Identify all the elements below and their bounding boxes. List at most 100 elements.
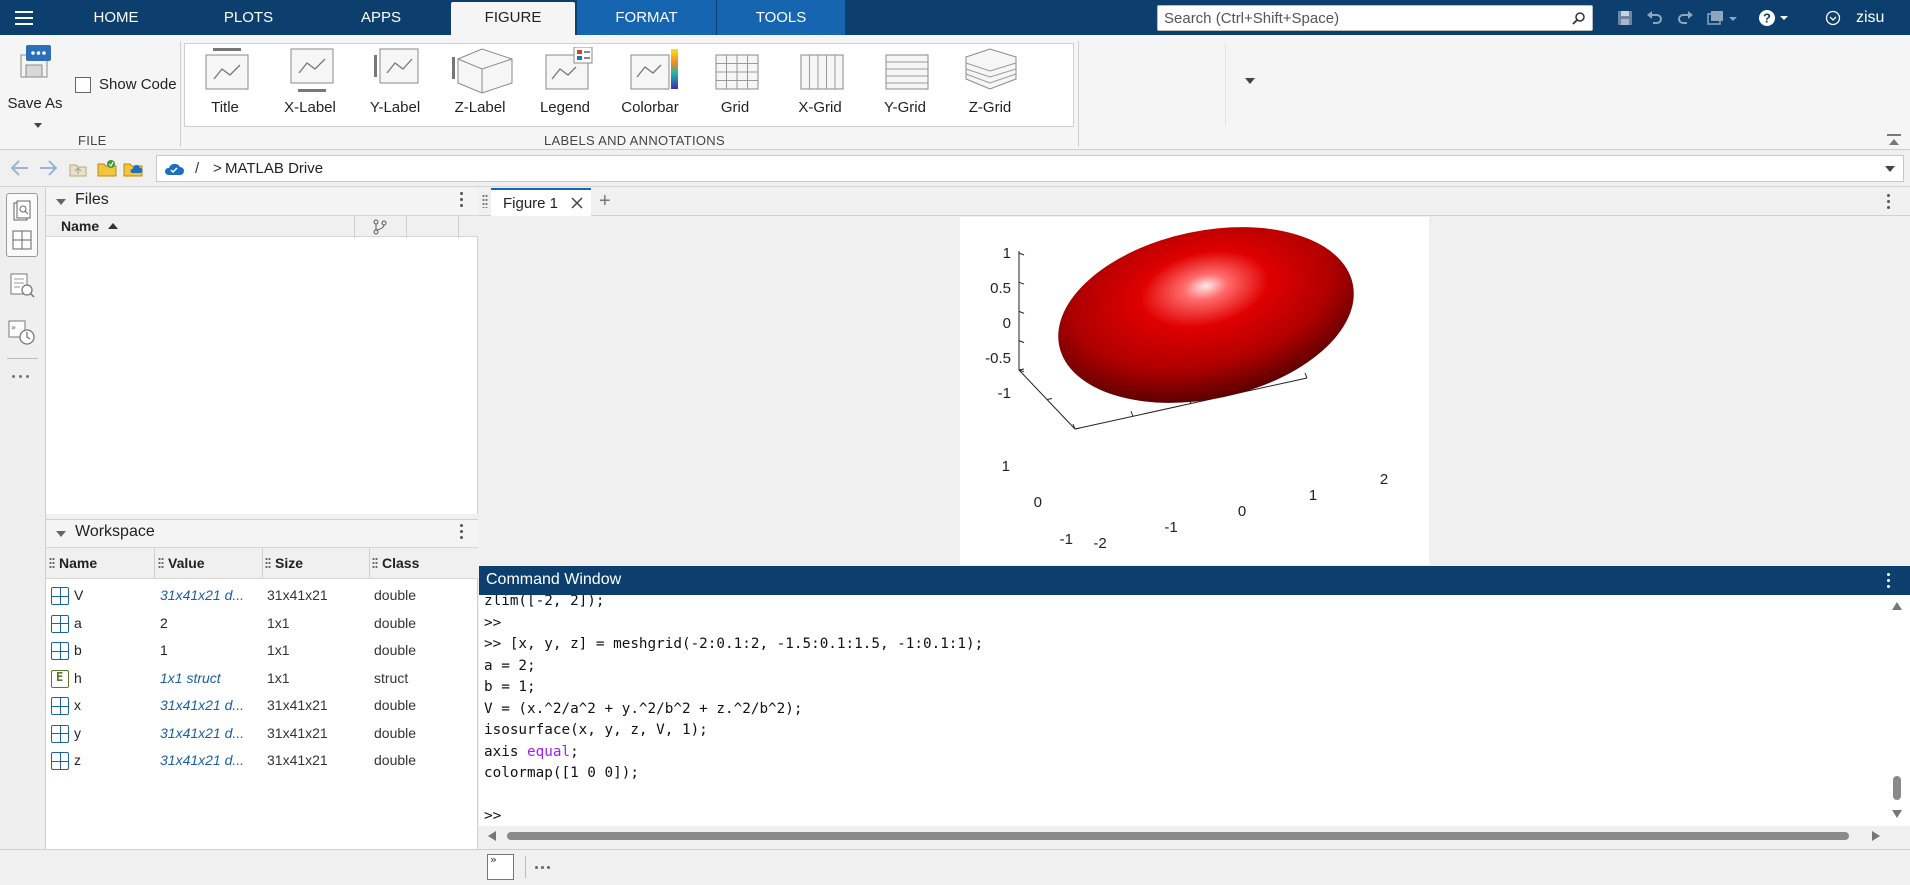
path-folder[interactable]: MATLAB Drive bbox=[225, 160, 323, 177]
scrollbar-thumb[interactable] bbox=[507, 832, 1849, 840]
gallery-grid-button[interactable]: Grid bbox=[695, 44, 775, 126]
workspace-panel-icon[interactable] bbox=[12, 230, 32, 250]
chevron-down-icon[interactable] bbox=[34, 123, 42, 128]
table-row[interactable]: y 31x41x21 d... 31x41x21 double bbox=[46, 720, 478, 747]
command-line[interactable]: zlim([-2, 2]); bbox=[484, 595, 983, 613]
scroll-right-icon[interactable] bbox=[1872, 831, 1880, 841]
command-history-icon[interactable]: » bbox=[6, 316, 38, 350]
workspace-panel-menu-icon[interactable] bbox=[460, 524, 464, 542]
add-figure-icon[interactable]: + bbox=[599, 191, 611, 211]
search-icon[interactable] bbox=[1572, 11, 1586, 25]
ws-col-size[interactable]: Size bbox=[265, 548, 303, 578]
source-control-icon[interactable] bbox=[372, 219, 388, 235]
files-panel-icon[interactable] bbox=[12, 200, 32, 222]
var-value[interactable]: 31x41x21 d... bbox=[160, 725, 260, 741]
tab-home[interactable]: HOME bbox=[48, 0, 184, 35]
files-panel-menu-icon[interactable] bbox=[460, 192, 464, 210]
undo-icon[interactable] bbox=[1641, 0, 1669, 35]
ws-col-name[interactable]: Name bbox=[49, 548, 97, 578]
chevron-down-icon[interactable] bbox=[1885, 166, 1895, 172]
horizontal-scrollbar[interactable] bbox=[486, 829, 1886, 843]
collapse-triangle-icon[interactable] bbox=[56, 531, 66, 537]
var-value[interactable]: 31x41x21 d... bbox=[160, 697, 260, 713]
command-line[interactable]: V = (x.^2/a^2 + y.^2/b^2 + z.^2/b^2); bbox=[484, 699, 983, 721]
command-window-text[interactable]: zlim([-2, 2]); >> >> [x, y, z] = meshgrid(… bbox=[484, 595, 983, 826]
table-row[interactable]: b 1 1x1 double bbox=[46, 637, 478, 664]
figure-canvas[interactable]: 1 0.5 0 -0.5 -1 1 0 -1 -2 -1 0 1 2 bbox=[960, 217, 1429, 565]
gallery-title-button[interactable]: Title bbox=[185, 44, 265, 126]
command-line[interactable]: >> bbox=[484, 806, 983, 826]
tab-apps[interactable]: APPS bbox=[313, 0, 449, 35]
gallery-ylabel-button[interactable]: Y-Label bbox=[355, 44, 435, 126]
search-box[interactable] bbox=[1157, 5, 1593, 31]
drag-handle-icon[interactable] bbox=[482, 194, 488, 208]
close-icon[interactable] bbox=[571, 197, 583, 209]
command-window-toggle-icon[interactable]: » bbox=[487, 853, 514, 880]
files-panel-header[interactable]: Files bbox=[46, 188, 478, 215]
gallery-xgrid-button[interactable]: X-Grid bbox=[780, 44, 860, 126]
gallery-xlabel-button[interactable]: X-Label bbox=[270, 44, 350, 126]
path-root[interactable]: / bbox=[195, 160, 199, 177]
ws-col-class[interactable]: Class bbox=[372, 548, 419, 578]
var-value[interactable]: 1x1 struct bbox=[160, 670, 260, 686]
menu-icon[interactable] bbox=[0, 0, 48, 35]
redo-icon[interactable] bbox=[1671, 0, 1699, 35]
tab-tools[interactable]: TOOLS bbox=[717, 0, 845, 35]
drive-folder-icon[interactable] bbox=[122, 159, 144, 177]
panel-group-active[interactable] bbox=[6, 193, 38, 257]
vertical-scrollbar[interactable] bbox=[1890, 600, 1904, 822]
help-icon[interactable]: ? bbox=[1754, 0, 1794, 35]
figure-tab[interactable]: Figure 1 bbox=[491, 188, 591, 216]
command-line[interactable]: axis equal; bbox=[484, 742, 983, 764]
command-line[interactable]: isosurface(x, y, z, V, 1); bbox=[484, 720, 983, 742]
command-window[interactable]: zlim([-2, 2]); >> >> [x, y, z] = meshgrid(… bbox=[479, 595, 1910, 826]
search-input[interactable] bbox=[1158, 6, 1558, 30]
tab-format[interactable]: FORMAT bbox=[577, 0, 716, 35]
figure-menu-icon[interactable] bbox=[1887, 194, 1890, 212]
tab-figure[interactable]: FIGURE bbox=[451, 2, 575, 35]
table-row[interactable]: z 31x41x21 d... 31x41x21 double bbox=[46, 747, 478, 774]
save-icon[interactable] bbox=[1611, 0, 1639, 35]
table-row[interactable]: V 31x41x21 d... 31x41x21 double bbox=[46, 582, 478, 609]
command-window-menu-icon[interactable] bbox=[1887, 573, 1890, 591]
var-value[interactable]: 31x41x21 d... bbox=[160, 587, 260, 603]
var-value[interactable]: 1 bbox=[160, 642, 260, 658]
table-row[interactable]: x 31x41x21 d... 31x41x21 double bbox=[46, 692, 478, 719]
table-row[interactable]: h 1x1 struct 1x1 struct bbox=[46, 665, 478, 692]
isosurface-plot[interactable]: 1 0.5 0 -0.5 -1 1 0 -1 -2 -1 0 1 2 bbox=[960, 217, 1429, 565]
gallery-zlabel-button[interactable]: Z-Label bbox=[440, 44, 520, 126]
forward-icon[interactable] bbox=[38, 159, 58, 177]
path-field[interactable]: / > MATLAB Drive bbox=[156, 155, 1904, 182]
checkbox-box[interactable] bbox=[75, 76, 91, 93]
scroll-left-icon[interactable] bbox=[488, 831, 496, 841]
collapse-ribbon-icon[interactable] bbox=[1886, 133, 1902, 147]
ellipsoid-surface[interactable] bbox=[1042, 217, 1370, 428]
scrollbar-thumb[interactable] bbox=[1893, 776, 1901, 800]
var-value[interactable]: 31x41x21 d... bbox=[160, 752, 260, 768]
var-value[interactable]: 2 bbox=[160, 615, 260, 631]
more-panels-icon[interactable] bbox=[12, 375, 29, 378]
table-row[interactable]: a 2 1x1 double bbox=[46, 610, 478, 637]
window-layout-icon[interactable] bbox=[1703, 0, 1743, 35]
scroll-up-icon[interactable] bbox=[1892, 602, 1902, 610]
command-line[interactable]: >> [x, y, z] = meshgrid(-2:0.1:2, -1.5:0… bbox=[484, 634, 983, 656]
command-line[interactable]: a = 2; bbox=[484, 656, 983, 678]
tab-plots[interactable]: PLOTS bbox=[185, 0, 312, 35]
find-files-icon[interactable] bbox=[6, 269, 38, 303]
gallery-colorbar-button[interactable]: Colorbar bbox=[610, 44, 690, 126]
user-name[interactable]: zisu bbox=[1856, 0, 1884, 35]
up-folder-icon[interactable] bbox=[68, 159, 88, 177]
files-col-name[interactable]: Name bbox=[61, 218, 99, 234]
ws-col-value[interactable]: Value bbox=[158, 548, 205, 578]
gallery-expand-button[interactable] bbox=[1225, 44, 1273, 126]
command-window-header[interactable]: Command Window bbox=[479, 566, 1910, 595]
gallery-zgrid-button[interactable]: Z-Grid bbox=[950, 44, 1030, 126]
collapse-triangle-icon[interactable] bbox=[56, 199, 66, 205]
user-account-icon[interactable] bbox=[1813, 0, 1853, 35]
browse-folder-icon[interactable] bbox=[96, 159, 118, 177]
scroll-down-icon[interactable] bbox=[1892, 810, 1902, 818]
more-icon[interactable] bbox=[535, 866, 550, 869]
command-line[interactable]: b = 1; bbox=[484, 677, 983, 699]
command-line[interactable] bbox=[484, 785, 983, 807]
show-code-checkbox[interactable]: Show Code bbox=[75, 76, 177, 93]
